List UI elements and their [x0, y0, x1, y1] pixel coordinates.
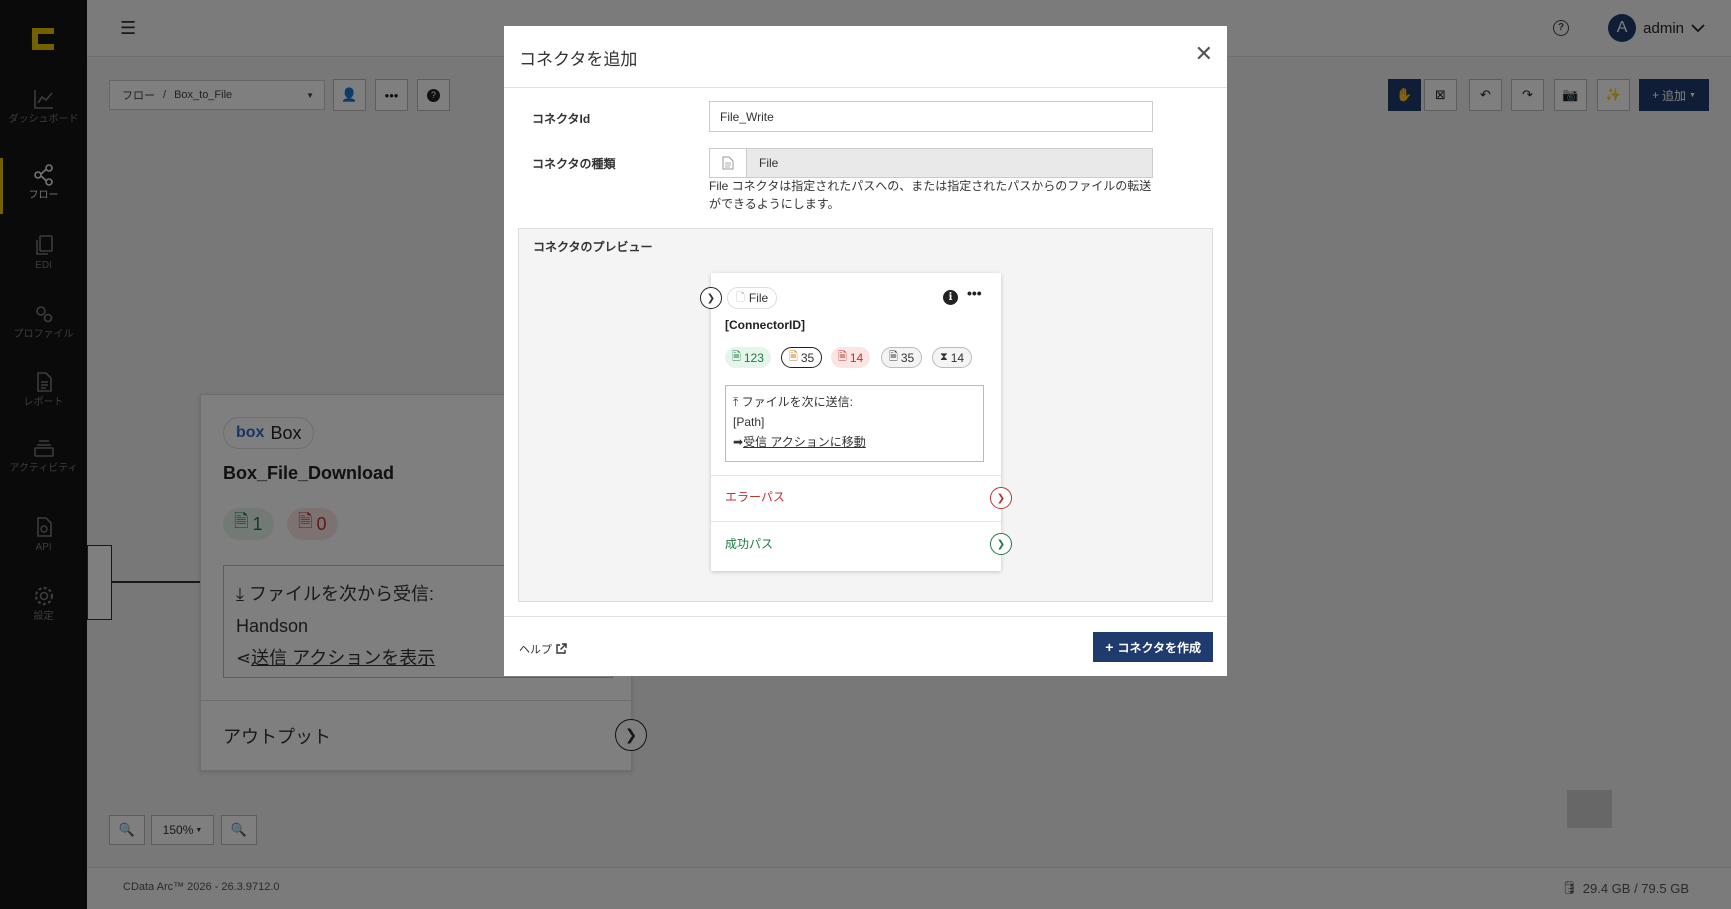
- file-icon: 🗋: [736, 291, 745, 304]
- connector-type-label: コネクタの種類: [532, 157, 616, 171]
- success-path-label: 成功パス: [725, 537, 774, 551]
- badge-skipped: ⧗ 14: [932, 347, 973, 368]
- connector-type-field: File: [709, 148, 1153, 178]
- preview-type-label: File: [748, 291, 769, 305]
- upload-icon: ⤒: [733, 395, 739, 409]
- preview-label: コネクタのプレビュー: [533, 240, 653, 254]
- success-path-arrow-icon: ❯: [990, 533, 1012, 555]
- badge-value: 35: [800, 350, 815, 365]
- create-connector-button[interactable]: + コネクタを作成: [1093, 632, 1213, 662]
- preview-action-panel: ⤒ ファイルを次に送信: [Path] ➡受信 アクションに移動: [725, 385, 984, 462]
- input-arrow-icon: ❯: [700, 287, 722, 309]
- modal-title: コネクタを追加: [519, 50, 638, 69]
- plus-icon: +: [1105, 639, 1114, 655]
- connector-type-description: File コネクタは指定されたパスへの、または指定されたパスからのファイルの転送…: [709, 179, 1152, 211]
- file-pending-icon: 🗎: [789, 351, 798, 363]
- create-connector-label: コネクタを作成: [1117, 640, 1201, 655]
- file-error-icon: 🗎: [838, 351, 847, 363]
- file-success-icon: 🗎: [732, 351, 741, 363]
- badge-value: 123: [743, 350, 764, 365]
- badge-error: 🗎 14: [831, 347, 871, 368]
- error-path-label: エラーパス: [725, 490, 785, 504]
- ellipsis-icon: •••: [967, 285, 982, 301]
- connector-type-value: File: [759, 156, 779, 170]
- connector-preview: コネクタのプレビュー ❯ 🗋 File i ••• [ConnectorID] …: [518, 228, 1213, 602]
- badge-value: 14: [849, 350, 864, 365]
- connector-id-label: コネクタId: [532, 112, 591, 126]
- hourglass-icon: ⧗: [940, 351, 948, 363]
- modal-header: コネクタを追加 ✕: [504, 26, 1227, 88]
- close-icon[interactable]: ✕: [1195, 43, 1213, 65]
- help-label: ヘルプ: [519, 644, 552, 656]
- external-link-icon: [556, 643, 567, 654]
- info-icon: i: [943, 290, 958, 305]
- receive-action-link: 受信 アクションに移動: [743, 435, 866, 449]
- file-icon: [710, 149, 747, 177]
- help-link[interactable]: ヘルプ: [519, 641, 567, 657]
- path-value: [Path]: [733, 415, 765, 429]
- badge-success: 🗎 123: [725, 347, 771, 368]
- success-path-row: 成功パス: [711, 521, 1001, 571]
- send-label: ファイルを次に送信:: [741, 395, 853, 409]
- modal-footer: ヘルプ + コネクタを作成: [504, 616, 1227, 676]
- preview-connector-id: [ConnectorID]: [725, 318, 805, 332]
- badge-pending: 🗎 35: [781, 347, 823, 368]
- error-path-row: エラーパス: [711, 475, 1001, 521]
- error-path-arrow-icon: ❯: [990, 487, 1012, 509]
- preview-connector-card: ❯ 🗋 File i ••• [ConnectorID] 🗎 123 🗎 35 …: [700, 273, 1012, 571]
- arrow-right-icon: ➡: [733, 435, 744, 449]
- badge-value: 35: [900, 350, 915, 365]
- connector-id-input[interactable]: [709, 101, 1153, 132]
- preview-type-chip: 🗋 File: [727, 287, 778, 309]
- file-icon: 🗎: [889, 351, 898, 363]
- badge-value: 14: [950, 350, 965, 365]
- add-connector-modal: コネクタを追加 ✕ コネクタId コネクタの種類 File File コネクタは…: [504, 26, 1227, 676]
- badge-queued: 🗎 35: [881, 347, 923, 368]
